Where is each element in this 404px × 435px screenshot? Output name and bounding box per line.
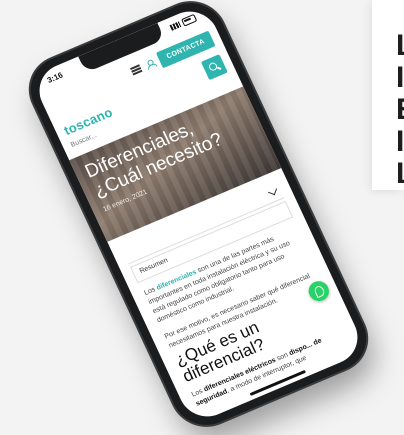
chevron-down-icon bbox=[267, 185, 277, 195]
summary-label: Resumen bbox=[138, 257, 170, 276]
status-time: 3:16 bbox=[45, 70, 65, 85]
phone-screen: 3:16 CONTACTA toscano Buscar... Diferenc… bbox=[30, 2, 367, 426]
phone-mockup: 3:16 CONTACTA toscano Buscar... Diferenc… bbox=[19, 0, 378, 435]
background-heading: L I E I L bbox=[396, 30, 404, 190]
battery-icon bbox=[181, 13, 198, 27]
user-icon[interactable] bbox=[145, 58, 156, 69]
phone-frame: 3:16 CONTACTA toscano Buscar... Diferenc… bbox=[19, 0, 378, 435]
signal-icon bbox=[169, 21, 182, 31]
hamburger-icon[interactable] bbox=[130, 64, 143, 76]
